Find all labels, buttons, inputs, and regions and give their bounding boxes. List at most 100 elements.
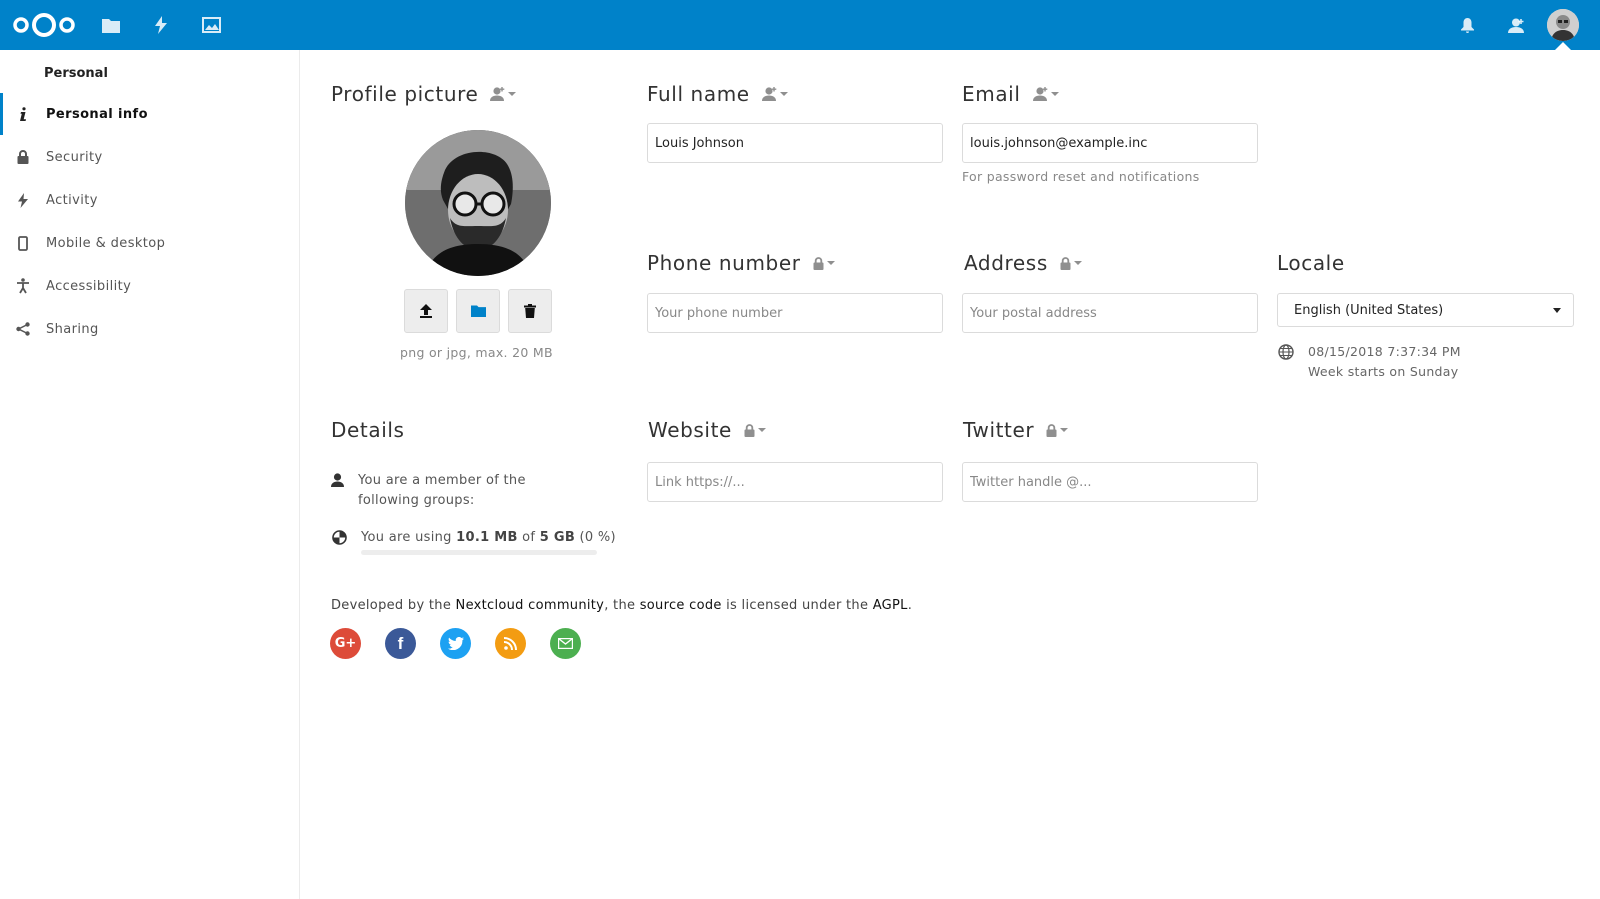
groups-detail: You are a member of the following groups… [331,471,581,511]
sidebar-section-title: Personal [44,66,108,81]
footer-mid1: , the [604,598,640,613]
sidebar-item-security[interactable]: Security [0,136,299,178]
sidebar-item-personal-info[interactable]: Personal info [0,93,299,135]
files-app-icon[interactable] [100,14,122,36]
groups-text: You are a member of the following groups… [358,473,526,508]
heading-text: Profile picture [331,82,479,106]
visibility-scope-button[interactable] [1046,423,1069,437]
details-heading: Details [331,418,405,442]
visibility-scope-button[interactable] [761,87,788,101]
upload-icon [420,304,432,318]
accessibility-icon [15,278,31,294]
settings-sidebar: Personal Personal info Security Activity… [0,50,300,899]
lock-scope-icon [813,256,824,270]
sidebar-item-label: Activity [46,192,98,208]
locale-select[interactable]: English (United States) [1277,293,1574,327]
heading-text: Address [964,251,1048,275]
quota-percent: (0 %) [575,530,616,545]
info-icon [15,106,31,122]
developed-by-text: Developed by the Nextcloud community, th… [331,598,912,613]
quota-of: of [517,530,540,545]
twitter-share-button[interactable] [440,628,471,659]
visibility-scope-button[interactable] [744,423,766,437]
gallery-app-icon[interactable] [200,14,222,36]
profile-picture [405,130,551,276]
heading-text: Locale [1277,251,1345,275]
address-heading: Address [964,251,1082,275]
user-icon [331,472,344,488]
lock-scope-icon [744,423,755,437]
lock-scope-icon [1046,423,1057,437]
email-input[interactable] [962,123,1258,163]
nextcloud-community-link[interactable]: Nextcloud community [456,598,605,613]
twitter-heading: Twitter [963,418,1069,442]
sidebar-item-label: Accessibility [46,278,132,294]
twitter-input[interactable] [962,462,1258,502]
heading-text: Website [648,418,732,442]
phone-input[interactable] [647,293,943,333]
mail-icon [558,638,573,649]
address-input[interactable] [962,293,1258,333]
rss-icon [504,637,517,650]
notifications-bell-icon[interactable] [1457,15,1477,35]
folder-icon [470,305,486,317]
remove-picture-button[interactable] [508,289,552,333]
facebook-share-button[interactable]: f [385,628,416,659]
quota-detail: You are using 10.1 MB of 5 GB (0 %) [331,528,616,548]
contacts-icon[interactable] [1506,15,1526,35]
sidebar-item-sharing[interactable]: Sharing [0,308,299,350]
globe-icon [1278,344,1294,364]
heading-text: Phone number [647,251,801,275]
visibility-scope-button[interactable] [813,256,835,270]
email-hint: For password reset and notifications [962,169,1200,184]
source-code-link[interactable]: source code [640,598,722,613]
rss-feed-button[interactable] [495,628,526,659]
lock-icon [15,149,31,165]
contacts-scope-icon [761,87,776,101]
website-heading: Website [648,418,766,442]
locale-heading: Locale [1277,251,1345,275]
activity-app-icon[interactable] [150,14,172,36]
agpl-link[interactable]: AGPL [873,598,908,613]
picture-format-hint: png or jpg, max. 20 MB [400,345,553,360]
twitter-icon [447,637,464,650]
full-name-input[interactable] [647,123,943,163]
sidebar-item-activity[interactable]: Activity [0,179,299,221]
visibility-scope-button[interactable] [490,87,517,101]
menu-caret [1555,42,1571,50]
website-input[interactable] [647,462,943,502]
google-plus-share-button[interactable]: G+ [330,628,361,659]
user-avatar[interactable] [1547,9,1579,41]
google-plus-icon: G+ [334,636,357,651]
phone-icon [15,235,31,251]
quota-progress-bar [361,550,597,555]
quota-used: 10.1 MB [456,530,518,545]
contacts-scope-icon [490,87,505,101]
lock-scope-icon [1060,256,1071,270]
quota-total: 5 GB [539,530,576,545]
nextcloud-logo[interactable] [12,11,76,39]
share-icon [15,321,31,337]
sidebar-item-accessibility[interactable]: Accessibility [0,265,299,307]
footer-prefix: Developed by the [331,598,456,613]
phone-heading: Phone number [647,251,835,275]
sidebar-item-mobile-desktop[interactable]: Mobile & desktop [0,222,299,264]
sidebar-item-label: Personal info [46,106,148,122]
locale-time: 08/15/2018 7:37:34 PM [1308,344,1461,359]
trash-icon [524,304,536,318]
mail-share-button[interactable] [550,628,581,659]
quota-text: You are using 10.1 MB of 5 GB (0 %) [361,528,616,548]
sidebar-item-label: Mobile & desktop [46,235,166,251]
sidebar-item-label: Security [46,149,103,165]
upload-picture-button[interactable] [404,289,448,333]
profile-picture-heading: Profile picture [331,82,517,106]
choose-from-files-button[interactable] [456,289,500,333]
quota-pie-icon [331,529,347,545]
locale-week-start: Week starts on Sunday [1308,364,1459,379]
contacts-scope-icon [1032,87,1047,101]
visibility-scope-button[interactable] [1060,256,1082,270]
heading-text: Full name [647,82,750,106]
footer-suffix: . [907,598,913,613]
footer-mid2: is licensed under the [721,598,873,613]
visibility-scope-button[interactable] [1032,87,1059,101]
